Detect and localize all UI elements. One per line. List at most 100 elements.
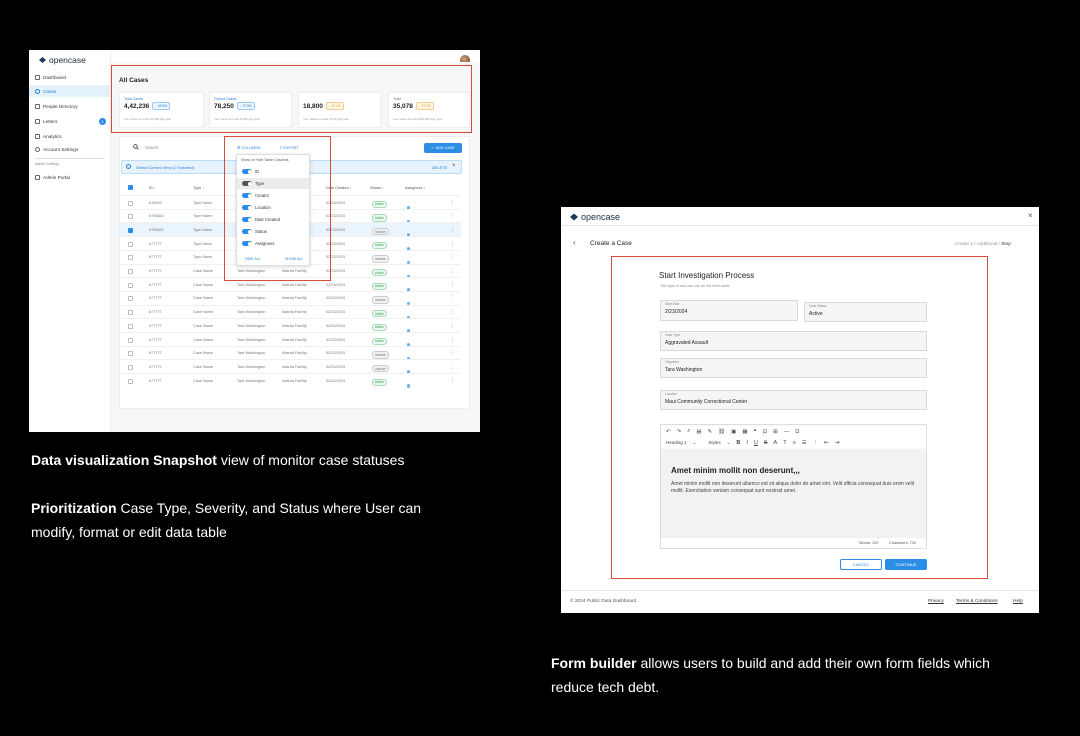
cell-location: Atlanta Facility: [282, 296, 307, 301]
indent-icon[interactable]: ⇥: [835, 440, 840, 446]
originator-field[interactable]: Originator Tara Washington: [660, 358, 927, 378]
cancel-button[interactable]: CANCEL: [840, 559, 882, 570]
more-vertical-icon[interactable]: ⋮: [450, 282, 455, 289]
special-char-icon[interactable]: Ω: [795, 429, 799, 435]
bullet-list-icon[interactable]: ☰: [802, 440, 807, 446]
cell-creator: Tara Washington: [237, 337, 266, 342]
status-badge: Active: [372, 337, 387, 345]
more-vertical-icon[interactable]: ⋮: [450, 378, 455, 385]
table-row[interactable]: #77777 Case Name Tara Washington Atlanta Fa…: [120, 359, 461, 375]
row-checkbox[interactable]: [128, 323, 133, 329]
more-vertical-icon[interactable]: ⋮: [450, 214, 455, 220]
more-vertical-icon[interactable]: ⋮: [450, 364, 455, 371]
template-icon[interactable]: ⊞: [773, 429, 778, 435]
back-chevron-icon[interactable]: ‹: [573, 238, 576, 247]
caption-data-visualization: Data visualization Snapshot view of moni…: [31, 448, 471, 472]
table-row[interactable]: #77777 Case Name Tara Washington Atlanta Fa…: [120, 345, 461, 362]
table-row[interactable]: #77777 Case Name Tara Washington Atlanta Fa…: [120, 304, 461, 321]
more-vertical-icon[interactable]: ⋮: [450, 255, 455, 261]
more-vertical-icon[interactable]: ⋮: [450, 323, 455, 330]
case-status-field[interactable]: Case Status Active: [804, 302, 927, 322]
redo-icon[interactable]: ↷: [677, 429, 682, 435]
more-vertical-icon[interactable]: ⋮: [450, 296, 455, 302]
more-vertical-icon[interactable]: ⋮: [450, 241, 455, 248]
row-checkbox[interactable]: [128, 378, 133, 384]
more-vertical-icon[interactable]: ⋮: [450, 337, 455, 344]
nav-item-people-directory[interactable]: People Directory: [29, 100, 111, 112]
editor-content[interactable]: Amet minim mollit non deserunt,,, Amet m…: [661, 449, 926, 538]
table-icon[interactable]: ▦: [742, 429, 747, 435]
table-row[interactable]: #77777 Case Name Tara Washington Atlanta Fa…: [120, 373, 461, 389]
nav-item-admin-portal[interactable]: Admin Portal: [29, 171, 111, 183]
privacy-link[interactable]: Privacy: [928, 599, 944, 604]
source-icon[interactable]: ▤: [696, 429, 701, 435]
nav-item-analytics[interactable]: Analytics: [29, 130, 111, 142]
horizontal-rule-icon[interactable]: —: [784, 429, 790, 435]
underline-icon[interactable]: U: [754, 440, 758, 446]
more-vertical-icon[interactable]: ⋮: [450, 310, 455, 316]
select-all-checkbox[interactable]: [128, 185, 133, 190]
help-link[interactable]: Help: [1013, 599, 1023, 604]
row-checkbox[interactable]: [128, 200, 133, 206]
link-icon[interactable]: ⛓: [718, 429, 725, 435]
more-vertical-icon[interactable]: ⋮: [450, 200, 455, 207]
cell-type: Case Name: [193, 337, 214, 342]
delete-button[interactable]: DELETE: [432, 165, 448, 170]
nav-item-cases[interactable]: Cases: [29, 85, 111, 97]
add-case-button[interactable]: + ADD CASE: [424, 143, 462, 153]
brand-logo[interactable]: opencase: [39, 55, 86, 65]
terms-link[interactable]: Terms & Conditions: [956, 599, 998, 604]
embed-icon[interactable]: ⊡: [762, 429, 767, 435]
continue-button[interactable]: CONTINUE: [885, 559, 927, 570]
nav-item-dashboard[interactable]: Dashboard: [29, 71, 111, 83]
undo-icon[interactable]: ↶: [666, 429, 671, 435]
outdent-icon[interactable]: ⇤: [824, 440, 829, 446]
col-header-assignees[interactable]: Assignees ↓: [405, 186, 426, 190]
image-icon[interactable]: ▣: [731, 429, 736, 435]
table-row[interactable]: #77777 Case Name Tara Washington Atlanta Fa…: [120, 318, 461, 334]
more-vertical-icon[interactable]: ⋮: [450, 227, 455, 234]
format-paint-icon[interactable]: ✎: [708, 429, 713, 435]
location-field[interactable]: Location Maui Community Correctional Cen…: [660, 390, 927, 410]
case-type-field[interactable]: Case Type Aggravated Assault: [660, 331, 927, 351]
row-checkbox[interactable]: [128, 241, 133, 247]
row-checkbox[interactable]: [128, 214, 133, 220]
row-checkbox[interactable]: [128, 255, 133, 261]
row-checkbox[interactable]: [128, 269, 133, 274]
row-checkbox[interactable]: [128, 296, 133, 302]
more-vertical-icon[interactable]: ⋮: [450, 268, 455, 275]
search-input[interactable]: Search: [133, 144, 158, 150]
cell-type: Type Name: [193, 214, 213, 219]
align-icon[interactable]: ≡: [793, 440, 796, 446]
table-row[interactable]: #77777 Case Name Tara Washington Atlanta Fa…: [120, 332, 461, 348]
row-checkbox[interactable]: [128, 282, 133, 288]
col-header-type[interactable]: Type ↓: [193, 186, 204, 190]
quote-icon[interactable]: ❝: [754, 429, 757, 435]
italic-icon[interactable]: I: [746, 440, 748, 446]
start-date-field[interactable]: Start Date 2/23/2024: [660, 300, 798, 321]
col-header-id[interactable]: ID ↓: [149, 186, 156, 190]
font-color-icon[interactable]: A: [774, 440, 778, 446]
col-header-status[interactable]: Status ↓: [370, 186, 384, 190]
cell-location: Atlanta Facility: [282, 351, 307, 356]
nav-item-account-settings[interactable]: Account Settings: [29, 143, 111, 155]
find-icon[interactable]: ⌕: [687, 428, 690, 435]
nav-item-letters[interactable]: Letters 1: [29, 115, 111, 127]
strike-icon[interactable]: S: [764, 440, 768, 446]
row-checkbox[interactable]: [128, 337, 133, 343]
clear-format-icon[interactable]: T: [783, 440, 786, 446]
styles-select[interactable]: Styles: [708, 440, 720, 445]
row-checkbox[interactable]: [128, 227, 133, 233]
table-row[interactable]: #77777 Case Name Tara Washington Atlanta Fa…: [120, 290, 461, 307]
more-vertical-icon[interactable]: ⋮: [450, 351, 455, 357]
heading-select[interactable]: Heading 1: [666, 440, 687, 445]
row-checkbox[interactable]: [128, 310, 133, 316]
bold-icon[interactable]: B: [736, 440, 740, 446]
col-header-label: Assignees: [405, 185, 423, 190]
close-icon[interactable]: ×: [1028, 211, 1033, 220]
close-icon[interactable]: ×: [452, 163, 456, 169]
row-checkbox[interactable]: [128, 351, 133, 357]
row-checkbox[interactable]: [128, 364, 133, 370]
brand-logo[interactable]: opencase: [570, 212, 620, 222]
numbered-list-icon[interactable]: ⋮: [813, 440, 819, 446]
